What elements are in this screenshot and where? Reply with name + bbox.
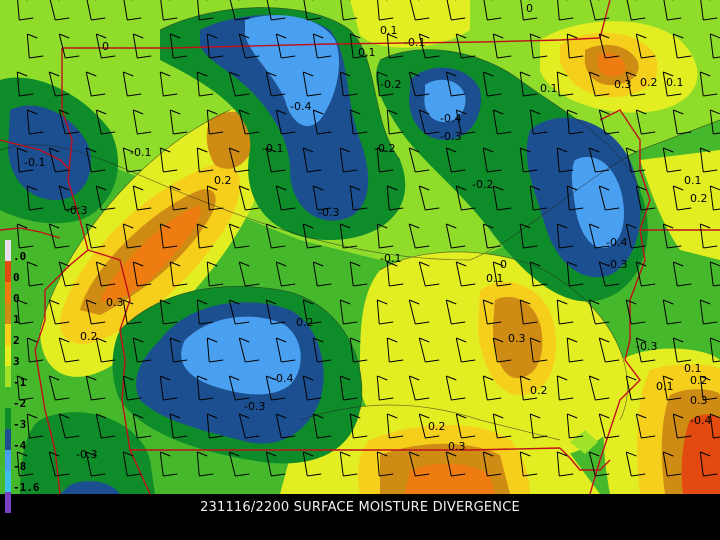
contour-label: -0.2 bbox=[472, 178, 493, 191]
map-caption: 231116/2200 SURFACE MOISTURE DIVERGENCE bbox=[200, 500, 520, 515]
legend-swatch bbox=[5, 387, 11, 408]
contour-label: -0.4 bbox=[272, 372, 293, 385]
contour-label: -0.4 bbox=[606, 236, 627, 249]
legend-label: -3 bbox=[13, 418, 27, 431]
contour-label: -0.3 bbox=[636, 340, 657, 353]
contour-label: 0.2 bbox=[80, 330, 98, 343]
legend-swatch bbox=[5, 324, 11, 345]
divergence-map: 0 0.1 -0.1 0 0.1 -0.2 0.3 0.2 0.1 -0.4 -… bbox=[0, 0, 720, 494]
contour-label: 0 bbox=[500, 258, 507, 271]
contour-label: 0 bbox=[526, 2, 533, 15]
color-legend: .0 0 0 1 2 3 -1 -2 -3 -4 -8 -1.6 bbox=[0, 240, 48, 516]
contour-label: 0.2 bbox=[428, 420, 446, 433]
contour-label: -0.3 bbox=[318, 206, 339, 219]
contour-label: -0.3 bbox=[244, 400, 265, 413]
contour-label: 0.2 bbox=[640, 76, 658, 89]
contour-label: -0.1 bbox=[24, 156, 45, 169]
legend-swatch bbox=[5, 261, 11, 282]
legend-swatch bbox=[5, 240, 11, 261]
contour-label: -0.2 bbox=[380, 78, 401, 91]
contour-label: 0.1 bbox=[380, 24, 398, 37]
contour-label: 0.1 bbox=[684, 174, 702, 187]
contour-label: 0.3 bbox=[106, 296, 124, 309]
legend-swatch bbox=[5, 429, 11, 450]
contour-label: -0.1 bbox=[262, 142, 283, 155]
contour-label: -0.3 bbox=[76, 448, 97, 461]
legend-label: -1.6 bbox=[13, 481, 40, 494]
legend-label: -8 bbox=[13, 460, 27, 473]
contour-label: -0.4 bbox=[690, 414, 711, 427]
legend-label: 0 bbox=[13, 271, 20, 284]
contour-label: 0.1 bbox=[656, 380, 674, 393]
contour-label: -0.3 bbox=[440, 130, 461, 143]
weather-map-frame: 0 0.1 -0.1 0 0.1 -0.2 0.3 0.2 0.1 -0.4 -… bbox=[0, 0, 720, 540]
legend-swatch bbox=[5, 345, 11, 366]
legend-label: 0 bbox=[13, 292, 20, 305]
contour-label: 0.2 bbox=[690, 192, 708, 205]
contour-label: 0 bbox=[102, 40, 109, 53]
contour-label: -0.1 bbox=[130, 146, 151, 159]
contour-label: 0.3 bbox=[448, 440, 466, 453]
contour-label: -0.3 bbox=[66, 204, 87, 217]
legend-label: 2 bbox=[13, 334, 20, 347]
legend-swatch bbox=[5, 366, 11, 387]
contour-label: -0.4 bbox=[440, 112, 461, 125]
legend-label: -1 bbox=[13, 376, 27, 389]
legend-swatch bbox=[5, 282, 11, 303]
contour-label: 0.1 bbox=[540, 82, 558, 95]
legend-swatch bbox=[5, 408, 11, 429]
legend-label: 1 bbox=[13, 313, 20, 326]
contour-label: 0.1 bbox=[358, 46, 376, 59]
contour-label: 0.2 bbox=[214, 174, 232, 187]
legend-swatch bbox=[5, 450, 11, 471]
contour-label: 0.2 bbox=[530, 384, 548, 397]
contour-label: -0.1 bbox=[404, 36, 425, 49]
contour-label: 0.3 bbox=[690, 394, 708, 407]
legend-swatch bbox=[5, 471, 11, 492]
legend-label: -2 bbox=[13, 397, 27, 410]
contour-label: 0.1 bbox=[666, 76, 684, 89]
contour-label: 0.3 bbox=[508, 332, 526, 345]
legend-label: 3 bbox=[13, 355, 20, 368]
contour-label: 0.1 bbox=[486, 272, 504, 285]
legend-label: -4 bbox=[13, 439, 27, 452]
contour-label: -0.3 bbox=[606, 258, 627, 271]
contour-label: 0.2 bbox=[690, 374, 708, 387]
contour-label: 0.3 bbox=[614, 78, 632, 91]
legend-swatch bbox=[5, 303, 11, 324]
contour-label: -0.4 bbox=[290, 100, 311, 113]
contour-label: -0.1 bbox=[380, 252, 401, 265]
contour-label: -0.2 bbox=[374, 142, 395, 155]
legend-label: .0 bbox=[13, 250, 27, 263]
contour-label: 0.2 bbox=[296, 316, 314, 329]
